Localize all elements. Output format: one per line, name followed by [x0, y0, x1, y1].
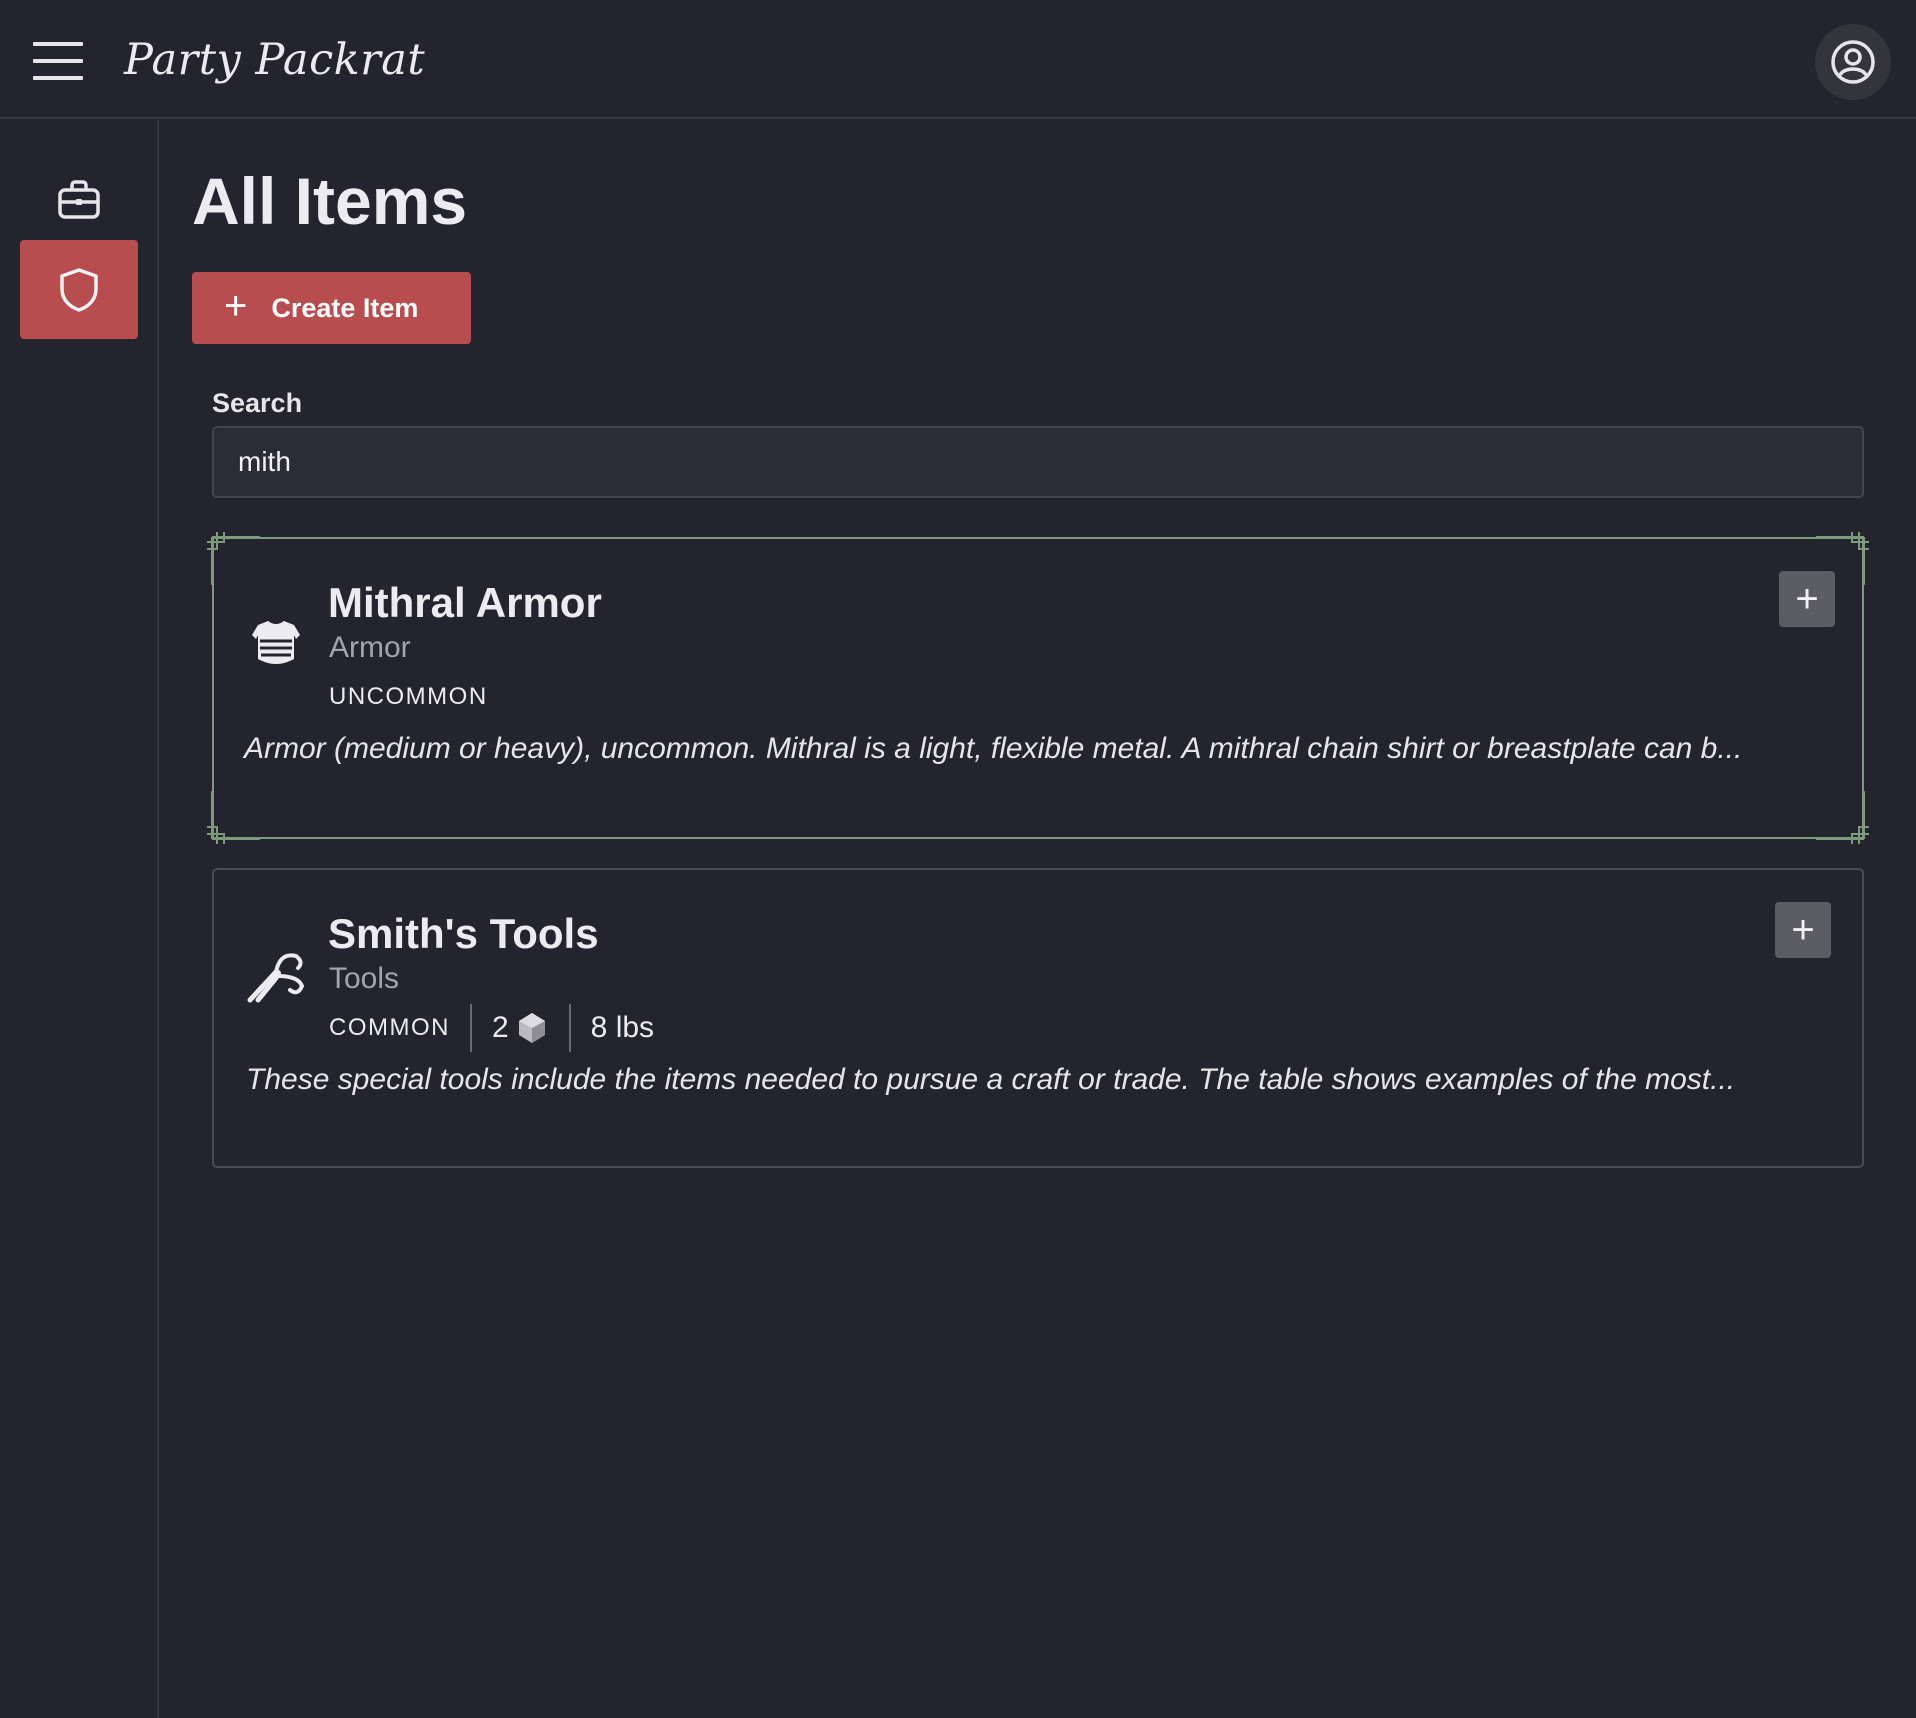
page-title: All Items — [192, 164, 468, 238]
item-name[interactable]: Smith's Tools — [328, 908, 599, 960]
item-name[interactable]: Mithral Armor — [328, 577, 602, 629]
item-type: Armor — [329, 631, 411, 664]
create-item-button[interactable]: + Create Item — [192, 272, 471, 344]
briefcase-icon — [58, 179, 100, 219]
item-type: Tools — [329, 962, 400, 995]
search-label: Search — [212, 388, 303, 418]
account-button[interactable] — [1815, 24, 1891, 100]
sidebar — [0, 120, 159, 1718]
meta-divider — [469, 1004, 472, 1052]
add-to-inventory-button[interactable]: + — [1775, 902, 1831, 958]
create-item-label: Create Item — [271, 292, 419, 323]
hamburger-icon[interactable] — [33, 42, 83, 80]
top-app-bar: Party Packrat — [0, 0, 1916, 119]
item-meta: COMMON 2 8 lbs — [329, 1004, 654, 1052]
breastplate-icon — [252, 621, 300, 664]
add-to-inventory-button[interactable]: + — [1779, 571, 1835, 627]
plus-icon: + — [1791, 908, 1815, 952]
corner-ornament — [1816, 791, 1869, 844]
rarity-label: COMMON — [329, 1014, 450, 1041]
item-description: Armor (medium or heavy), uncommon. Mithr… — [244, 732, 1743, 765]
item-meta: UNCOMMON — [329, 673, 488, 721]
corner-ornament — [207, 532, 260, 585]
gold-coin-icon — [518, 1013, 545, 1043]
cost-value: 2 — [491, 1011, 509, 1044]
sidebar-item-inventory[interactable] — [20, 150, 138, 249]
item-weight: 8 lbs — [590, 1011, 655, 1044]
item-card[interactable]: Smith's Tools Tools COMMON 2 8 lbs These… — [212, 868, 1864, 1168]
corner-ornament — [207, 791, 260, 844]
search-input[interactable] — [212, 426, 1864, 498]
meta-divider — [568, 1004, 571, 1052]
item-cost: 2 — [492, 1011, 549, 1045]
tongs-icon — [247, 953, 305, 1003]
app-title[interactable]: Party Packrat — [124, 30, 425, 90]
sidebar-item-all-items[interactable] — [20, 240, 138, 339]
shield-icon — [60, 267, 98, 312]
user-circle-icon — [1831, 40, 1875, 84]
item-card[interactable]: Mithral Armor Armor UNCOMMON Armor (medi… — [207, 532, 1869, 844]
item-description: These special tools include the items ne… — [246, 1063, 1736, 1096]
plus-icon: + — [224, 284, 248, 328]
plus-icon: + — [1795, 577, 1819, 621]
rarity-label: UNCOMMON — [329, 683, 488, 710]
